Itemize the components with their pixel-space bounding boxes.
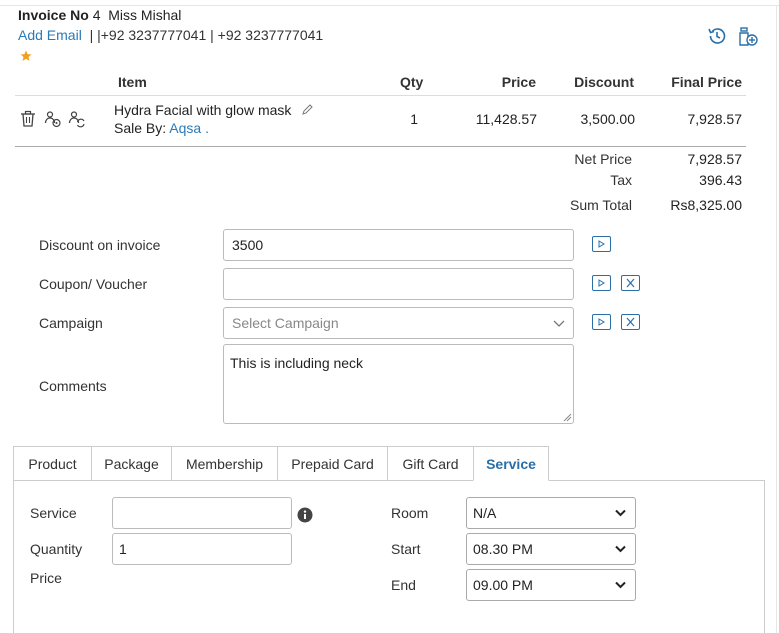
tax-label: Tax bbox=[610, 172, 632, 188]
phone-numbers: | |+92 3237777041 | +92 3237777041 bbox=[89, 27, 324, 43]
col-price: Price bbox=[501, 74, 536, 90]
coupon-input[interactable] bbox=[223, 268, 574, 300]
item-name: Hydra Facial with glow mask bbox=[114, 102, 313, 118]
sum-total-value: Rs8,325.00 bbox=[670, 197, 742, 213]
tab-membership[interactable]: Membership bbox=[171, 446, 278, 481]
invoice-number: 4 bbox=[92, 7, 101, 23]
item-qty: 1 bbox=[410, 111, 418, 127]
add-email-link[interactable]: Add Email bbox=[18, 27, 82, 43]
add-product-icon[interactable] bbox=[737, 25, 759, 47]
quantity-value: 1 bbox=[119, 541, 127, 557]
start-value: 08.30 PM bbox=[473, 541, 533, 557]
discount-input[interactable] bbox=[223, 229, 574, 261]
chevron-down-icon bbox=[615, 545, 626, 553]
chevron-down-icon bbox=[553, 320, 565, 327]
item-sale-by: Sale By: Aqsa . bbox=[114, 120, 209, 136]
play-icon bbox=[598, 279, 605, 287]
sum-total-label: Sum Total bbox=[570, 197, 632, 213]
chevron-down-icon bbox=[615, 581, 626, 589]
quantity-input[interactable]: 1 bbox=[112, 533, 292, 565]
campaign-placeholder: Select Campaign bbox=[232, 315, 339, 331]
quantity-label: Quantity bbox=[30, 541, 83, 557]
end-select[interactable]: 09.00 PM bbox=[466, 569, 636, 601]
room-value: N/A bbox=[473, 505, 497, 521]
resize-grip-icon[interactable] bbox=[562, 412, 572, 422]
col-final-price: Final Price bbox=[671, 74, 742, 90]
clear-campaign-button[interactable] bbox=[621, 314, 640, 330]
invoice-header: Invoice No 4 Miss Mishal bbox=[18, 7, 181, 23]
sale-by-staff-link[interactable]: Aqsa . bbox=[169, 120, 209, 136]
play-icon bbox=[598, 318, 605, 326]
col-discount: Discount bbox=[574, 74, 634, 90]
history-icon[interactable] bbox=[706, 25, 728, 47]
item-final-price: 7,928.57 bbox=[687, 111, 743, 127]
service-label: Service bbox=[30, 505, 77, 521]
end-label: End bbox=[391, 577, 416, 593]
comments-label: Comments bbox=[39, 378, 107, 394]
tab-package[interactable]: Package bbox=[91, 446, 172, 481]
col-item: Item bbox=[118, 74, 147, 90]
item-price: 11,428.57 bbox=[475, 111, 537, 127]
tab-gift-card[interactable]: Gift Card bbox=[387, 446, 474, 481]
star-icon[interactable] bbox=[20, 50, 32, 62]
chevron-down-icon bbox=[615, 509, 626, 517]
tax-value: 396.43 bbox=[699, 172, 742, 188]
apply-discount-button[interactable] bbox=[592, 236, 611, 252]
tab-service[interactable]: Service bbox=[473, 446, 549, 481]
start-label: Start bbox=[391, 541, 421, 557]
price-label: Price bbox=[30, 570, 62, 586]
invoice-no-label: Invoice No bbox=[18, 7, 89, 23]
close-icon bbox=[626, 278, 635, 288]
room-select[interactable]: N/A bbox=[466, 497, 636, 529]
contact-line: Add Email | |+92 3237777041 | +92 323777… bbox=[18, 27, 323, 43]
room-label: Room bbox=[391, 505, 429, 521]
start-select[interactable]: 08.30 PM bbox=[466, 533, 636, 565]
coupon-label: Coupon/ Voucher bbox=[39, 276, 148, 292]
clear-coupon-button[interactable] bbox=[621, 275, 640, 291]
campaign-label: Campaign bbox=[39, 315, 103, 331]
info-icon[interactable] bbox=[297, 507, 313, 523]
row-divider bbox=[15, 146, 746, 147]
sale-by-label: Sale By: bbox=[114, 120, 167, 136]
discount-label: Discount on invoice bbox=[39, 237, 161, 253]
play-icon bbox=[598, 240, 605, 248]
end-value: 09.00 PM bbox=[473, 577, 533, 593]
top-divider bbox=[0, 5, 779, 6]
col-qty: Qty bbox=[400, 74, 424, 90]
staff-swap-icon[interactable] bbox=[68, 110, 86, 128]
header-divider bbox=[15, 95, 746, 96]
tab-product[interactable]: Product bbox=[13, 446, 92, 481]
customer-name: Miss Mishal bbox=[108, 7, 182, 23]
trash-icon[interactable] bbox=[19, 110, 37, 128]
tab-prepaid-card[interactable]: Prepaid Card bbox=[277, 446, 388, 481]
pencil-icon[interactable] bbox=[301, 104, 313, 116]
right-divider bbox=[776, 5, 777, 633]
close-icon bbox=[626, 317, 635, 327]
net-price-label: Net Price bbox=[574, 151, 632, 167]
campaign-select[interactable]: Select Campaign bbox=[223, 307, 574, 339]
net-price-value: 7,928.57 bbox=[687, 151, 743, 167]
comments-textarea[interactable]: This is including neck bbox=[223, 344, 574, 424]
apply-campaign-button[interactable] bbox=[592, 314, 611, 330]
comments-text: This is including neck bbox=[230, 355, 364, 371]
item-name-text: Hydra Facial with glow mask bbox=[114, 102, 292, 118]
apply-coupon-button[interactable] bbox=[592, 275, 611, 291]
item-discount: 3,500.00 bbox=[580, 111, 636, 127]
staff-icon[interactable] bbox=[44, 110, 62, 128]
service-input[interactable] bbox=[112, 497, 292, 529]
